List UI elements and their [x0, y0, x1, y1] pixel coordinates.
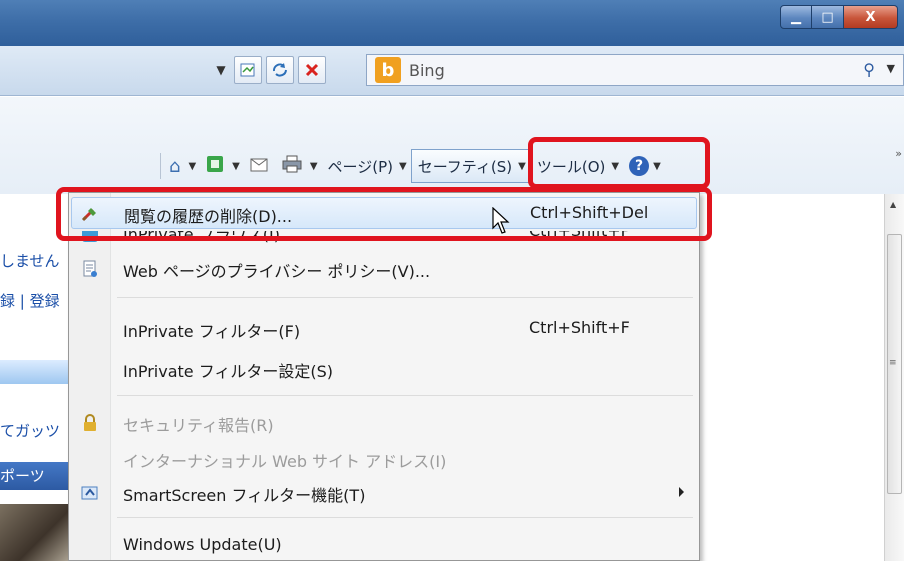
print-dropdown-arrow-icon[interactable]: ▼	[310, 161, 318, 172]
page-header-band	[0, 360, 70, 384]
address-buttons: ▼	[212, 56, 326, 84]
menu-item-shortcut: Ctrl+Shift+F	[529, 318, 630, 337]
page-photo[interactable]	[0, 504, 68, 561]
menu-item-inprivate-filter-settings[interactable]: InPrivate フィルター設定(S)	[71, 353, 697, 385]
home-icon[interactable]: ⌂	[169, 156, 180, 177]
maximize-button[interactable]: □	[812, 5, 844, 29]
search-options-dropdown-icon[interactable]: ▼	[887, 62, 895, 75]
menu-item-label: InPrivate フィルター設定(S)	[123, 362, 334, 381]
menu-item-privacy-policy[interactable]: Web ページのプライバシー ポリシー(V)...	[71, 253, 697, 285]
menu-item-label: セキュリティ報告(R)	[123, 416, 274, 435]
safety-button-highlight-box	[528, 137, 710, 189]
read-mail-icon[interactable]	[250, 156, 268, 177]
search-input[interactable]: b Bing ⚲ ▼	[366, 54, 904, 86]
delete-history-highlight-box	[56, 187, 712, 241]
command-bar-divider	[160, 153, 161, 179]
menu-item-label: Web ページのプライバシー ポリシー(V)...	[123, 262, 431, 281]
address-dropdown-arrow-icon[interactable]: ▼	[212, 56, 230, 84]
menu-item-label: InPrivate フィルター(F)	[123, 322, 301, 341]
page-text-fragment[interactable]: しません	[0, 250, 60, 271]
submenu-arrow-icon	[679, 487, 684, 497]
safety-menu-button[interactable]: セーフティ(S) ▼	[410, 149, 533, 183]
page-link-fragment[interactable]: 録 | 登録	[0, 290, 60, 311]
command-bar: ⌂ ▼ ▼ ▼ ページ(P) ▼ セーフティ(S) ▼ ツール(O) ▼ ? ▼…	[0, 97, 904, 194]
feeds-dropdown-arrow-icon[interactable]: ▼	[232, 161, 240, 172]
window-titlebar: ▁ □ X	[0, 0, 904, 46]
stop-icon[interactable]	[298, 56, 326, 84]
safety-menu-label: セーフティ(S)	[417, 157, 513, 176]
menu-separator	[117, 395, 693, 396]
feeds-icon[interactable]	[206, 155, 224, 178]
address-row: ▼ b Bing ⚲ ▼	[0, 46, 904, 96]
menu-item-label: インターナショナル Web サイト アドレス(I)	[123, 452, 447, 471]
vertical-scrollbar[interactable]: ▲ ≡	[884, 194, 904, 561]
menu-separator	[117, 517, 693, 518]
menu-item-label: SmartScreen フィルター機能(T)	[123, 486, 366, 505]
refresh-icon[interactable]	[266, 56, 294, 84]
search-provider-label: Bing	[409, 60, 445, 80]
menu-separator	[117, 297, 693, 298]
minimize-button[interactable]: ▁	[780, 5, 812, 29]
compatibility-view-icon[interactable]	[234, 56, 262, 84]
page-headline-fragment[interactable]: てガッツ	[0, 420, 60, 441]
page-dropdown-arrow-icon[interactable]: ▼	[399, 161, 407, 172]
print-icon[interactable]	[282, 155, 302, 178]
scroll-up-arrow-icon[interactable]: ▲	[890, 200, 896, 209]
menu-item-windows-update[interactable]: Windows Update(U)	[71, 530, 697, 561]
safety-dropdown-menu: 閲覧の履歴の削除(D)... Ctrl+Shift+Del InPrivate …	[68, 192, 700, 561]
bing-logo-icon: b	[375, 57, 401, 83]
smartscreen-icon	[79, 483, 101, 503]
menu-item-international-address: インターナショナル Web サイト アドレス(I)	[71, 443, 697, 475]
page-menu-button[interactable]: ページ(P)	[328, 156, 393, 177]
menu-item-security-report: セキュリティ報告(R)	[71, 407, 697, 439]
lock-icon	[79, 413, 101, 433]
menu-item-inprivate-filter[interactable]: InPrivate フィルター(F) Ctrl+Shift+F	[71, 313, 697, 345]
privacy-report-icon	[79, 259, 101, 279]
close-button[interactable]: X	[844, 5, 898, 29]
home-dropdown-arrow-icon[interactable]: ▼	[188, 161, 196, 172]
scroll-grip-icon: ≡	[889, 358, 897, 368]
window-controls: ▁ □ X	[780, 5, 898, 29]
search-icon[interactable]: ⚲	[863, 60, 875, 79]
menu-item-label: Windows Update(U)	[123, 535, 282, 554]
more-commands-chevron-icon[interactable]: »	[895, 147, 902, 160]
page-section-label[interactable]: ポーツ	[0, 465, 45, 486]
menu-item-smartscreen-filter[interactable]: SmartScreen フィルター機能(T)	[71, 477, 697, 509]
safety-dropdown-arrow-icon: ▼	[518, 160, 526, 172]
